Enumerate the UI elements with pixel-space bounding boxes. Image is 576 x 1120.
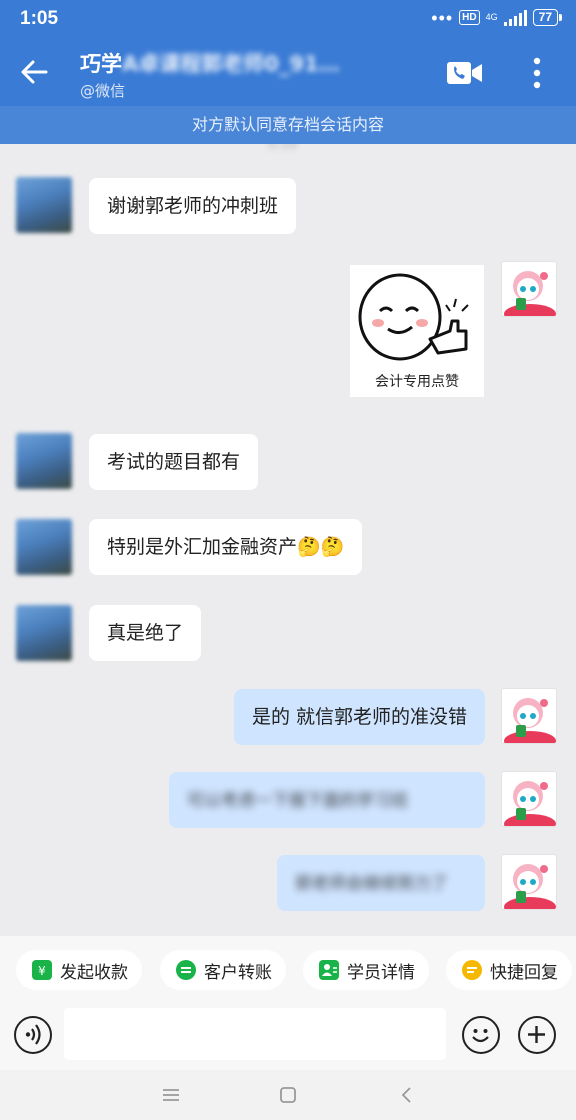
cartoon-girl-avatar-icon (504, 781, 556, 826)
plus-icon[interactable] (518, 1016, 556, 1054)
message-bubble-incoming[interactable]: 考试的题目都有 (89, 434, 259, 490)
home-icon[interactable] (273, 1082, 303, 1108)
contact-avatar[interactable] (16, 605, 72, 661)
chat-title-obscured: A卓课程郭老师0_91… (122, 52, 340, 76)
back-arrow-icon[interactable] (18, 56, 50, 88)
start-payment-label: 发起收款 (60, 962, 128, 983)
chat-area[interactable]: 0:59 谢谢郭老师的冲刺班 会计专用点赞 考试的题目都有 特别是外汇加金融资产… (0, 144, 576, 936)
quick-reply-button[interactable]: 快捷回复 (446, 950, 572, 990)
sticker-message[interactable]: 会计专用点赞 (350, 265, 484, 397)
notification-dots-icon: ••• (431, 7, 454, 28)
message-input[interactable] (64, 1008, 446, 1060)
battery-icon: 77 (532, 9, 563, 26)
cartoon-girl-avatar-icon (504, 864, 556, 909)
message-bubble-incoming[interactable]: 特别是外汇加金融资产🤔🤔 (89, 519, 363, 575)
archive-notice: 对方默认同意存档会话内容 (0, 106, 576, 144)
customer-transfer-label: 客户转账 (204, 962, 272, 983)
cartoon-girl-avatar-icon (504, 698, 556, 743)
self-avatar[interactable] (501, 688, 557, 744)
chat-title-text: 巧学 (80, 52, 122, 76)
quick-reply-icon (462, 960, 482, 980)
menu-icon[interactable] (156, 1082, 186, 1108)
contact-avatar[interactable] (16, 433, 72, 489)
quick-action-bar: ¥ 发起收款 客户转账 学员详情 快捷回复 (0, 936, 576, 1006)
hd-voice-icon: HD (459, 10, 480, 25)
back-icon[interactable] (392, 1082, 422, 1108)
transfer-icon (176, 960, 196, 980)
message-bubble-incoming[interactable]: 谢谢郭老师的冲刺班 (89, 178, 297, 234)
status-indicators: ••• HD 4G 77 (431, 7, 563, 28)
status-time: 1:05 (20, 8, 59, 29)
customer-transfer-button[interactable]: 客户转账 (160, 950, 286, 990)
timestamp: 0:59 (268, 144, 298, 153)
svg-text:¥: ¥ (38, 964, 46, 978)
quick-reply-label: 快捷回复 (490, 962, 558, 983)
user-card-icon (319, 960, 339, 980)
contact-avatar[interactable] (16, 177, 72, 233)
message-input-bar (0, 1006, 576, 1070)
video-call-icon[interactable] (446, 60, 484, 86)
more-options-icon[interactable] (522, 54, 552, 92)
message-bubble-outgoing[interactable]: 是的 就信郭老师的准没错 (233, 689, 485, 745)
student-details-button[interactable]: 学员详情 (303, 950, 429, 990)
chat-title: 巧学A卓课程郭老师0_91… (80, 48, 340, 78)
contact-avatar[interactable] (16, 519, 72, 575)
self-avatar[interactable] (501, 771, 557, 827)
student-details-label: 学员详情 (347, 962, 415, 983)
obscured-message-text: 郭老师会继续努力了 (295, 874, 448, 894)
chat-header: 巧学A卓课程郭老师0_91… @微信 (0, 40, 576, 106)
yen-icon: ¥ (32, 960, 52, 980)
self-avatar[interactable] (501, 261, 557, 317)
emoji-icon[interactable] (462, 1016, 500, 1054)
cartoon-girl-avatar-icon (504, 271, 556, 316)
network-type: 4G (485, 12, 498, 22)
message-bubble-incoming[interactable]: 真是绝了 (89, 605, 202, 661)
obscured-message-text: 可以考虑一下报下面的学习班 (187, 791, 408, 811)
signal-icon (503, 9, 527, 26)
status-bar: 1:05 ••• HD 4G 77 (0, 0, 576, 40)
system-navigation-bar (0, 1070, 576, 1120)
chat-subtitle: @微信 (80, 82, 126, 100)
voice-input-icon[interactable] (14, 1016, 52, 1054)
thumbs-up-face-icon (358, 273, 469, 361)
self-avatar[interactable] (501, 854, 557, 910)
start-payment-button[interactable]: ¥ 发起收款 (16, 950, 142, 990)
message-bubble-outgoing[interactable]: 可以考虑一下报下面的学习班 (169, 772, 485, 828)
sticker-caption: 会计专用点赞 (375, 374, 459, 390)
message-bubble-outgoing[interactable]: 郭老师会继续努力了 (277, 855, 485, 911)
